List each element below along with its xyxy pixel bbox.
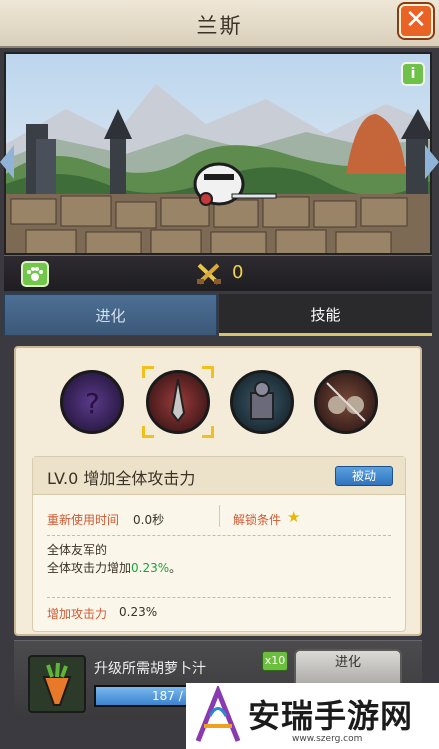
cooldown-label: 重新使用时间 <box>47 513 120 527</box>
selection-corner-icon <box>142 426 154 438</box>
upgrade-requirement-label: 升级所需胡萝卜汁 <box>94 661 206 677</box>
skill-level-title: LV.0 增加全体攻击力 <box>47 469 196 488</box>
unlock-label: 解锁条件 <box>233 513 282 527</box>
passive-badge: 被动 <box>335 466 393 486</box>
carrot-juice-icon <box>28 655 86 713</box>
battlefield-illustration <box>6 54 430 253</box>
tab-strip: 进化 技能 <box>4 294 432 336</box>
skill-desc-line2: 全体攻击力增加0.23%。 <box>47 559 181 576</box>
tab-skills[interactable]: 技能 <box>219 294 432 336</box>
paw-icon[interactable] <box>21 261 49 287</box>
skill-desc-line1: 全体友军的 <box>47 543 108 557</box>
hero-scene <box>4 52 432 255</box>
stat-bar: 0 <box>4 255 432 291</box>
svg-text:?: ? <box>85 387 100 420</box>
selection-corner-icon <box>142 366 154 378</box>
sword-skill-icon[interactable] <box>146 370 210 434</box>
watermark-logo-icon <box>195 686 241 742</box>
hero-name-title: 兰斯 <box>196 14 243 38</box>
sentry-skill-icon[interactable] <box>230 370 294 434</box>
bonus-label: 增加攻击力 <box>47 607 108 621</box>
title-bar: 兰斯 ✕ <box>0 0 439 48</box>
curse-skill-icon[interactable]: ? <box>60 370 124 434</box>
dual-blade-skill-icon[interactable] <box>314 370 378 434</box>
multiplier-badge[interactable]: x10 <box>262 651 288 671</box>
selection-corner-icon <box>202 366 214 378</box>
info-icon[interactable]: i <box>401 62 425 86</box>
skill-icon-row: ? <box>16 362 424 442</box>
skill-desc-prefix: 全体攻击力增加 <box>47 561 132 575</box>
skill-desc-suffix: 。 <box>169 561 182 575</box>
skill-panel: ? LV.0 增加全体攻击力 被动 重新使用时间 0.0秒 解锁条件 ★ 全体友… <box>14 346 422 636</box>
close-button[interactable]: ✕ <box>399 4 433 38</box>
crossed-swords-icon <box>196 262 222 291</box>
watermark-text: 安瑞手游网 <box>248 697 414 735</box>
site-watermark: 安瑞手游网 www.szerg.com <box>186 683 439 749</box>
bonus-value: 0.23% <box>119 605 158 619</box>
skill-desc-value: 0.23% <box>131 561 170 575</box>
selection-corner-icon <box>202 426 214 438</box>
skill-detail-card: LV.0 增加全体攻击力 被动 重新使用时间 0.0秒 解锁条件 ★ 全体友军的… <box>32 456 406 632</box>
divider <box>47 535 391 536</box>
watermark-url: www.szerg.com <box>292 734 363 744</box>
cooldown-value: 0.0秒 <box>133 513 165 527</box>
next-hero-arrow-icon[interactable] <box>425 145 439 179</box>
divider <box>219 505 220 527</box>
tab-evolution[interactable]: 进化 <box>4 294 217 336</box>
power-count: 0 <box>232 262 244 283</box>
prev-hero-arrow-icon[interactable] <box>0 145 14 179</box>
divider <box>47 597 391 598</box>
star-icon[interactable]: ★ <box>287 508 300 526</box>
skill-header: LV.0 增加全体攻击力 被动 <box>33 457 405 495</box>
hero-detail-screen: 兰斯 ✕ i 0 进化 技能 ? LV.0 增加全体攻击力 被动 重新使用时间 … <box>0 0 439 749</box>
